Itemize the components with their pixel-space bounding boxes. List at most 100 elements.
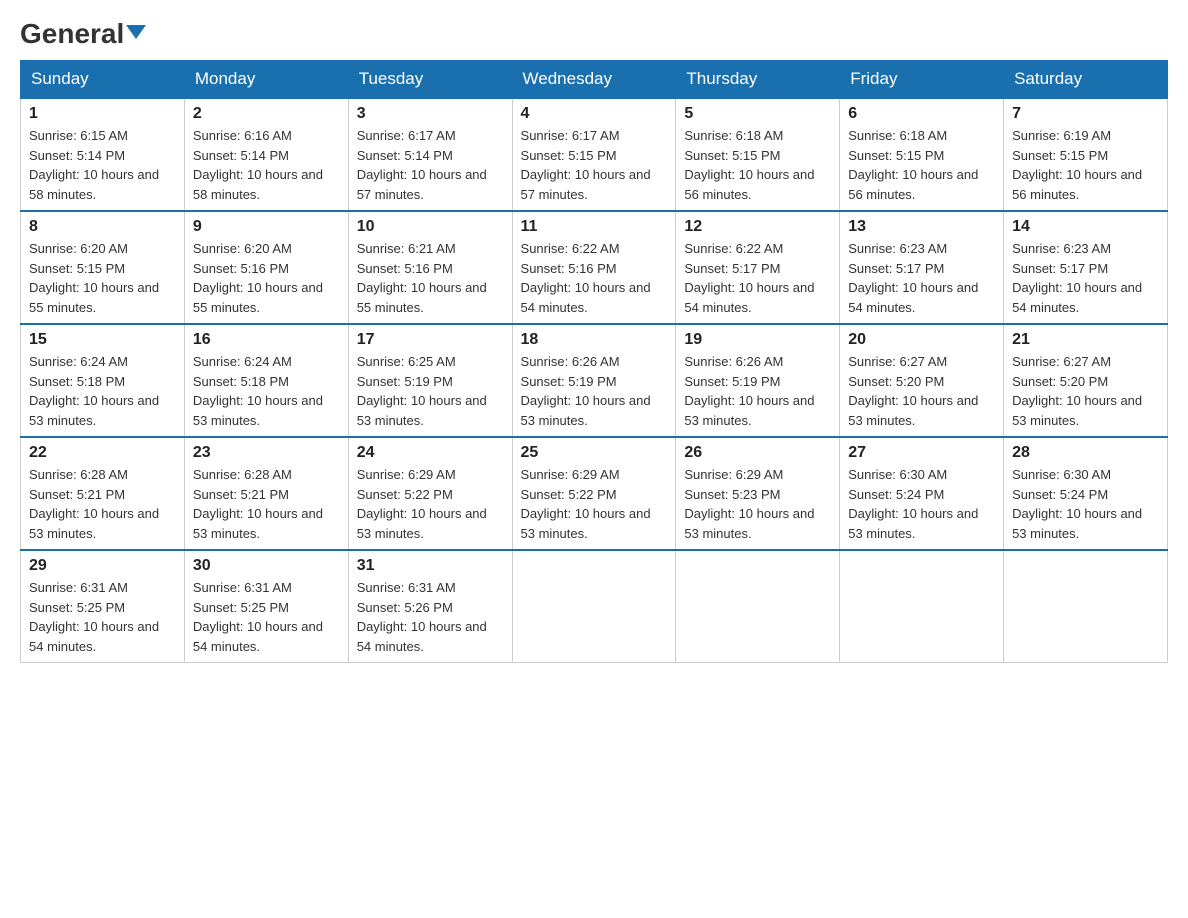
day-header-friday: Friday (840, 61, 1004, 99)
calendar-body: 1 Sunrise: 6:15 AMSunset: 5:14 PMDaylight… (21, 98, 1168, 663)
calendar-cell: 12Sunrise: 6:22 AMSunset: 5:17 PMDayligh… (676, 211, 840, 324)
day-info: Sunrise: 6:19 AMSunset: 5:15 PMDaylight:… (1012, 126, 1159, 204)
day-info: Sunrise: 6:23 AMSunset: 5:17 PMDaylight:… (1012, 239, 1159, 317)
day-number: 16 (193, 331, 340, 349)
day-number: 1 (29, 105, 176, 123)
day-header-sunday: Sunday (21, 61, 185, 99)
calendar-cell (676, 550, 840, 663)
day-info: Sunrise: 6:31 AMSunset: 5:26 PMDaylight:… (357, 578, 504, 656)
day-number: 15 (29, 331, 176, 349)
day-headers-row: SundayMondayTuesdayWednesdayThursdayFrid… (21, 61, 1168, 99)
calendar-cell: 9Sunrise: 6:20 AMSunset: 5:16 PMDaylight… (184, 211, 348, 324)
day-number: 11 (521, 218, 668, 236)
calendar-cell: 6 Sunrise: 6:18 AMSunset: 5:15 PMDaylight… (840, 98, 1004, 211)
week-row-1: 1 Sunrise: 6:15 AMSunset: 5:14 PMDaylight… (21, 98, 1168, 211)
logo-line1: General (20, 20, 146, 48)
calendar-cell: 5 Sunrise: 6:18 AMSunset: 5:15 PMDaylight… (676, 98, 840, 211)
calendar-cell: 18 Sunrise: 6:26 AMSunset: 5:19 PMDayligh… (512, 324, 676, 437)
day-number: 20 (848, 331, 995, 349)
logo-triangle-icon (126, 25, 146, 39)
day-info: Sunrise: 6:15 AMSunset: 5:14 PMDaylight:… (29, 126, 176, 204)
day-number: 10 (357, 218, 504, 236)
day-info: Sunrise: 6:27 AMSunset: 5:20 PMDaylight:… (848, 352, 995, 430)
day-number: 28 (1012, 444, 1159, 462)
day-info: Sunrise: 6:22 AMSunset: 5:16 PMDaylight:… (521, 239, 668, 317)
day-info: Sunrise: 6:28 AMSunset: 5:21 PMDaylight:… (193, 465, 340, 543)
calendar-cell: 24 Sunrise: 6:29 AMSunset: 5:22 PMDayligh… (348, 437, 512, 550)
day-info: Sunrise: 6:18 AMSunset: 5:15 PMDaylight:… (848, 126, 995, 204)
calendar-cell: 8Sunrise: 6:20 AMSunset: 5:15 PMDaylight… (21, 211, 185, 324)
day-info: Sunrise: 6:29 AMSunset: 5:23 PMDaylight:… (684, 465, 831, 543)
calendar-cell: 17 Sunrise: 6:25 AMSunset: 5:19 PMDayligh… (348, 324, 512, 437)
calendar-cell: 14 Sunrise: 6:23 AMSunset: 5:17 PMDayligh… (1004, 211, 1168, 324)
week-row-3: 15 Sunrise: 6:24 AMSunset: 5:18 PMDayligh… (21, 324, 1168, 437)
calendar-cell: 15 Sunrise: 6:24 AMSunset: 5:18 PMDayligh… (21, 324, 185, 437)
calendar-cell: 27 Sunrise: 6:30 AMSunset: 5:24 PMDayligh… (840, 437, 1004, 550)
day-number: 31 (357, 557, 504, 575)
calendar-cell: 22Sunrise: 6:28 AMSunset: 5:21 PMDayligh… (21, 437, 185, 550)
day-number: 5 (684, 105, 831, 123)
day-number: 18 (521, 331, 668, 349)
week-row-4: 22 Sunrise: 6:28 AMSunset: 5:21 PMDayligh… (21, 437, 1168, 550)
day-info: Sunrise: 6:20 AMSunset: 5:16 PMDaylight:… (193, 239, 340, 317)
calendar-cell: 28 Sunrise: 6:30 AMSunset: 5:24 PMDayligh… (1004, 437, 1168, 550)
day-number: 24 (357, 444, 504, 462)
week-row-5: 29 Sunrise: 6:31 AMSunset: 5:25 PMDayligh… (21, 550, 1168, 663)
day-info: Sunrise: 6:24 AMSunset: 5:18 PMDaylight:… (193, 352, 340, 430)
day-header-saturday: Saturday (1004, 61, 1168, 99)
day-number: 17 (357, 331, 504, 349)
day-header-thursday: Thursday (676, 61, 840, 99)
day-info: Sunrise: 6:26 AMSunset: 5:19 PMDaylight:… (684, 352, 831, 430)
day-header-monday: Monday (184, 61, 348, 99)
calendar-cell: 29 Sunrise: 6:31 AMSunset: 5:25 PMDayligh… (21, 550, 185, 663)
day-info: Sunrise: 6:17 AMSunset: 5:14 PMDaylight:… (357, 126, 504, 204)
day-info: Sunrise: 6:24 AMSunset: 5:18 PMDaylight:… (29, 352, 176, 430)
day-header-wednesday: Wednesday (512, 61, 676, 99)
day-info: Sunrise: 6:31 AMSunset: 5:25 PMDaylight:… (29, 578, 176, 656)
calendar-cell: 26 Sunrise: 6:29 AMSunset: 5:23 PMDayligh… (676, 437, 840, 550)
day-number: 6 (848, 105, 995, 123)
day-number: 27 (848, 444, 995, 462)
calendar-cell: 20 Sunrise: 6:27 AMSunset: 5:20 PMDayligh… (840, 324, 1004, 437)
calendar-cell: 16 Sunrise: 6:24 AMSunset: 5:18 PMDayligh… (184, 324, 348, 437)
week-row-2: 8Sunrise: 6:20 AMSunset: 5:15 PMDaylight… (21, 211, 1168, 324)
calendar-cell (840, 550, 1004, 663)
day-number: 21 (1012, 331, 1159, 349)
calendar-cell (1004, 550, 1168, 663)
day-number: 30 (193, 557, 340, 575)
day-info: Sunrise: 6:27 AMSunset: 5:20 PMDaylight:… (1012, 352, 1159, 430)
day-number: 4 (521, 105, 668, 123)
day-info: Sunrise: 6:21 AMSunset: 5:16 PMDaylight:… (357, 239, 504, 317)
day-header-tuesday: Tuesday (348, 61, 512, 99)
day-number: 26 (684, 444, 831, 462)
logo: General (20, 20, 146, 50)
day-info: Sunrise: 6:30 AMSunset: 5:24 PMDaylight:… (1012, 465, 1159, 543)
day-number: 13 (848, 218, 995, 236)
day-info: Sunrise: 6:26 AMSunset: 5:19 PMDaylight:… (521, 352, 668, 430)
calendar-cell: 1 Sunrise: 6:15 AMSunset: 5:14 PMDaylight… (21, 98, 185, 211)
day-number: 7 (1012, 105, 1159, 123)
calendar-cell: 2Sunrise: 6:16 AMSunset: 5:14 PMDaylight… (184, 98, 348, 211)
day-number: 19 (684, 331, 831, 349)
day-number: 14 (1012, 218, 1159, 236)
calendar-cell: 11 Sunrise: 6:22 AMSunset: 5:16 PMDayligh… (512, 211, 676, 324)
day-info: Sunrise: 6:30 AMSunset: 5:24 PMDaylight:… (848, 465, 995, 543)
calendar-cell: 31 Sunrise: 6:31 AMSunset: 5:26 PMDayligh… (348, 550, 512, 663)
calendar-cell: 10 Sunrise: 6:21 AMSunset: 5:16 PMDayligh… (348, 211, 512, 324)
calendar-cell: 4Sunrise: 6:17 AMSunset: 5:15 PMDaylight… (512, 98, 676, 211)
calendar-header: SundayMondayTuesdayWednesdayThursdayFrid… (21, 61, 1168, 99)
day-info: Sunrise: 6:29 AMSunset: 5:22 PMDaylight:… (357, 465, 504, 543)
day-info: Sunrise: 6:16 AMSunset: 5:14 PMDaylight:… (193, 126, 340, 204)
day-info: Sunrise: 6:18 AMSunset: 5:15 PMDaylight:… (684, 126, 831, 204)
calendar-cell: 19 Sunrise: 6:26 AMSunset: 5:19 PMDayligh… (676, 324, 840, 437)
day-info: Sunrise: 6:23 AMSunset: 5:17 PMDaylight:… (848, 239, 995, 317)
day-number: 22 (29, 444, 176, 462)
day-info: Sunrise: 6:22 AMSunset: 5:17 PMDaylight:… (684, 239, 831, 317)
day-number: 29 (29, 557, 176, 575)
page-header: General (20, 20, 1168, 50)
calendar-cell: 30 Sunrise: 6:31 AMSunset: 5:25 PMDayligh… (184, 550, 348, 663)
calendar-table: SundayMondayTuesdayWednesdayThursdayFrid… (20, 60, 1168, 663)
day-info: Sunrise: 6:25 AMSunset: 5:19 PMDaylight:… (357, 352, 504, 430)
day-info: Sunrise: 6:31 AMSunset: 5:25 PMDaylight:… (193, 578, 340, 656)
calendar-cell (512, 550, 676, 663)
